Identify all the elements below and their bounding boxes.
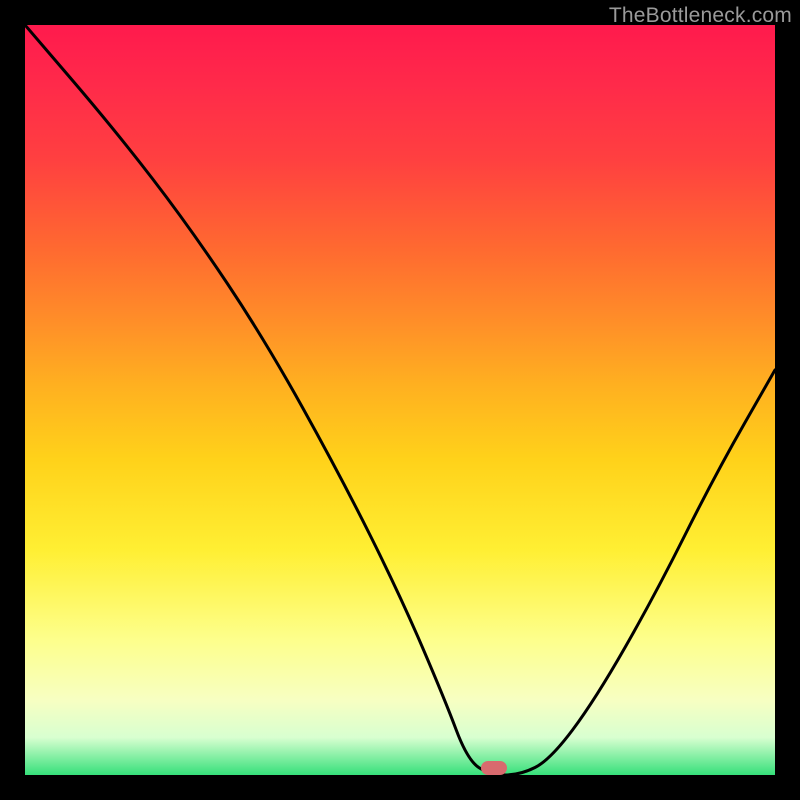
optimum-marker [481,761,507,775]
bottleneck-curve [25,25,775,775]
watermark-text: TheBottleneck.com [609,4,792,28]
chart-frame: TheBottleneck.com [0,0,800,800]
